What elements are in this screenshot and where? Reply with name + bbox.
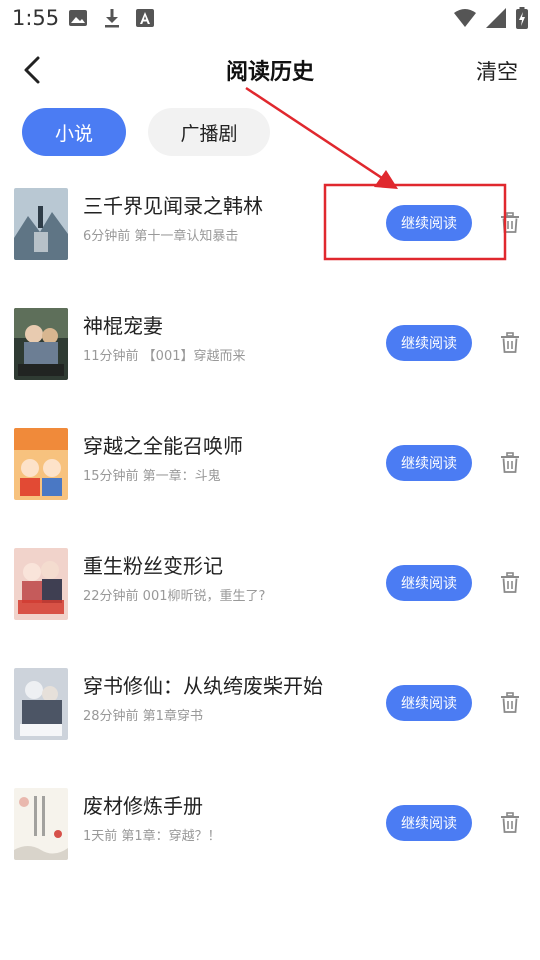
book-progress: 15分钟前 第一章：斗鬼 — [83, 469, 221, 484]
book-progress: 6分钟前 第十一章认知暴击 — [83, 229, 239, 244]
continue-reading-button[interactable]: 继续阅读 — [386, 445, 472, 481]
download-icon — [105, 9, 119, 28]
book-title: 三千界见闻录之韩林 — [83, 194, 263, 218]
history-item[interactable]: 穿越之全能召唤师 15分钟前 第一章：斗鬼 继续阅读 — [0, 420, 540, 540]
history-item[interactable]: 神棍宠妻 11分钟前 【001】穿越而来 继续阅读 — [0, 300, 540, 420]
history-item[interactable]: 废材修炼手册 1天前 第1章：穿越？！ 继续阅读 — [0, 780, 540, 900]
status-bar: 1:55 — [0, 0, 540, 36]
page-title: 阅读历史 — [225, 60, 314, 85]
book-progress: 1天前 第1章：穿越？！ — [83, 829, 221, 844]
book-title: 穿越之全能召唤师 — [83, 434, 243, 458]
signal-icon — [486, 8, 506, 28]
book-title: 穿书修仙：从纨绔废柴开始 — [83, 674, 323, 698]
book-cover[interactable] — [14, 788, 68, 860]
history-item[interactable]: 三千界见闻录之韩林 6分钟前 第十一章认知暴击 继续阅读 — [0, 180, 540, 300]
history-item[interactable]: 穿书修仙：从纨绔废柴开始 28分钟前 第1章穿书 继续阅读 — [0, 660, 540, 780]
book-cover[interactable] — [14, 668, 68, 740]
history-item[interactable]: 重生粉丝变形记 22分钟前 001柳昕锐，重生了? 继续阅读 — [0, 540, 540, 660]
trash-icon[interactable] — [498, 331, 522, 355]
tab-radio-drama[interactable]: 广播剧 — [148, 108, 270, 156]
book-progress: 28分钟前 第1章穿书 — [83, 709, 203, 724]
clear-button[interactable]: 清空 — [476, 56, 518, 86]
wifi-icon — [454, 9, 476, 27]
book-cover[interactable] — [14, 548, 68, 620]
text-a-icon — [136, 9, 154, 27]
book-progress: 22分钟前 001柳昕锐，重生了? — [83, 589, 266, 604]
trash-icon[interactable] — [498, 451, 522, 475]
book-cover[interactable] — [14, 308, 68, 380]
book-cover[interactable] — [14, 188, 68, 260]
status-time: 1:55 — [12, 6, 60, 30]
book-cover[interactable] — [14, 428, 68, 500]
battery-charging-icon — [516, 7, 528, 29]
trash-icon[interactable] — [498, 211, 522, 235]
continue-reading-button[interactable]: 继续阅读 — [386, 685, 472, 721]
trash-icon[interactable] — [498, 571, 522, 595]
tab-novel[interactable]: 小说 — [22, 108, 126, 156]
history-list: 三千界见闻录之韩林 6分钟前 第十一章认知暴击 继续阅读 神棍宠妻 11分钟前 … — [0, 180, 540, 900]
continue-reading-button[interactable]: 继续阅读 — [386, 205, 472, 241]
trash-icon[interactable] — [498, 811, 522, 835]
book-title: 神棍宠妻 — [83, 314, 163, 338]
book-progress: 11分钟前 【001】穿越而来 — [83, 349, 246, 364]
continue-reading-button[interactable]: 继续阅读 — [386, 565, 472, 601]
header: 阅读历史 清空 — [0, 40, 540, 100]
status-icons — [454, 7, 528, 29]
image-icon — [69, 10, 87, 26]
continue-reading-button[interactable]: 继续阅读 — [386, 805, 472, 841]
book-title: 废材修炼手册 — [83, 794, 203, 818]
category-tabs: 小说 广播剧 — [22, 108, 270, 156]
trash-icon[interactable] — [498, 691, 522, 715]
continue-reading-button[interactable]: 继续阅读 — [386, 325, 472, 361]
book-title: 重生粉丝变形记 — [83, 554, 223, 578]
